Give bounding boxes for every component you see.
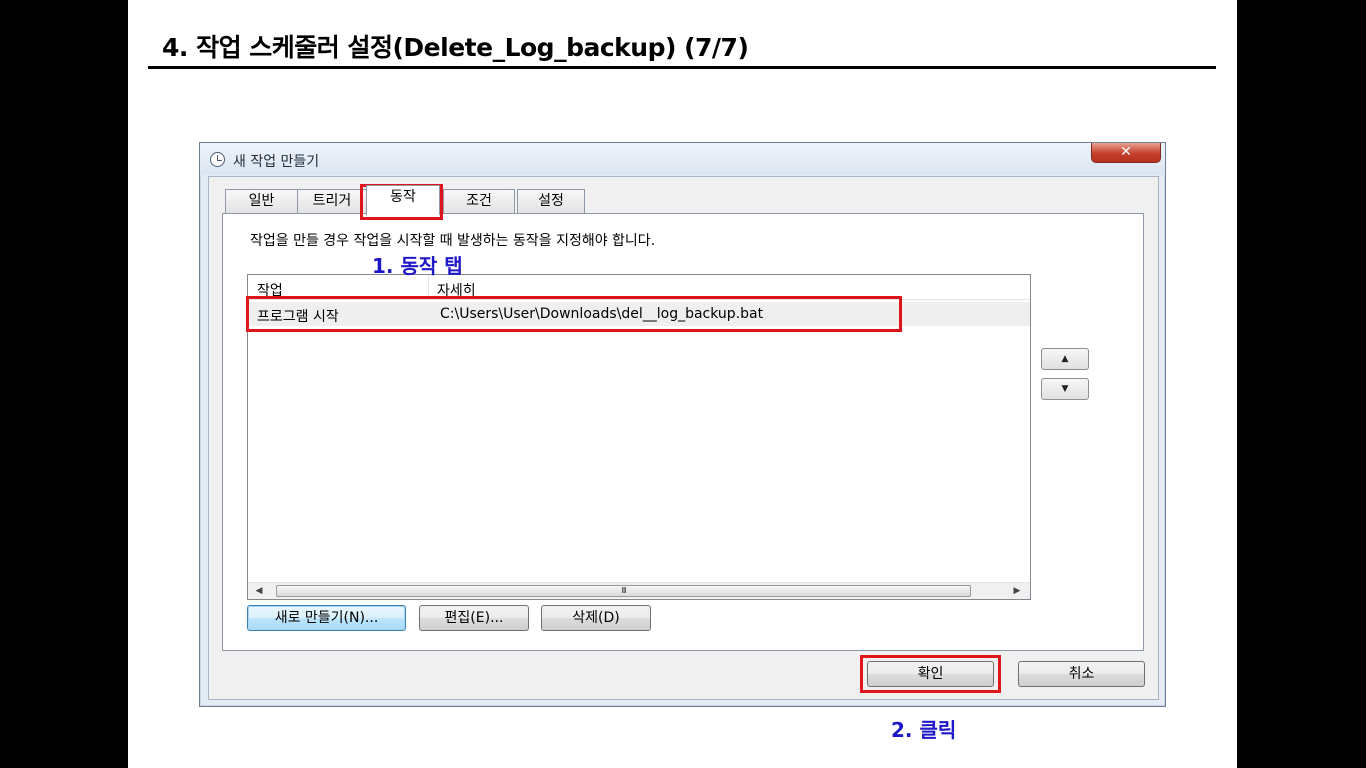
tab-general[interactable]: 일반 [225,189,298,213]
step2-annotation: 2. 클릭 [891,718,957,742]
action-row-highlight [246,296,902,332]
tab-settings[interactable]: 설정 [517,189,585,213]
dialog-title: 새 작업 만들기 [233,154,320,170]
slide-title: 4. 작업 스케줄러 설정(Delete_Log_backup) (7/7) [162,33,749,62]
tab-triggers[interactable]: 트리거 [297,189,367,213]
cancel-button[interactable]: 취소 [1018,661,1145,687]
edit-action-button[interactable]: 편집(E)... [419,605,529,631]
tab-actions[interactable]: 동작 [366,185,440,215]
slide: 4. 작업 스케줄러 설정(Delete_Log_backup) (7/7) 새… [128,0,1237,768]
close-button[interactable]: ✕ [1091,143,1161,163]
tab-conditions[interactable]: 조건 [443,189,515,213]
title-divider [148,66,1216,69]
dialog-titlebar: 새 작업 만들기 ✕ [200,143,1165,175]
clock-icon [210,152,225,167]
ok-button-highlight [860,655,1001,693]
horizontal-scrollbar[interactable]: ◀ III ▶ [248,582,1030,599]
step1-annotation: 1. 동작 탭 [372,254,463,278]
new-task-dialog: 새 작업 만들기 ✕ 일반 트리거 동작 조건 설정 작업을 만들 경우 작업을… [199,142,1166,707]
delete-action-button[interactable]: 삭제(D) [541,605,651,631]
move-down-button[interactable]: ▼ [1041,378,1089,400]
scroll-right-icon[interactable]: ▶ [1010,585,1024,597]
actions-description: 작업을 만들 경우 작업을 시작할 때 발생하는 동작을 지정해야 합니다. [250,233,656,249]
scroll-thumb[interactable]: III [276,585,971,597]
move-up-button[interactable]: ▲ [1041,348,1089,370]
new-action-button[interactable]: 새로 만들기(N)... [247,605,406,631]
scroll-left-icon[interactable]: ◀ [252,585,266,597]
